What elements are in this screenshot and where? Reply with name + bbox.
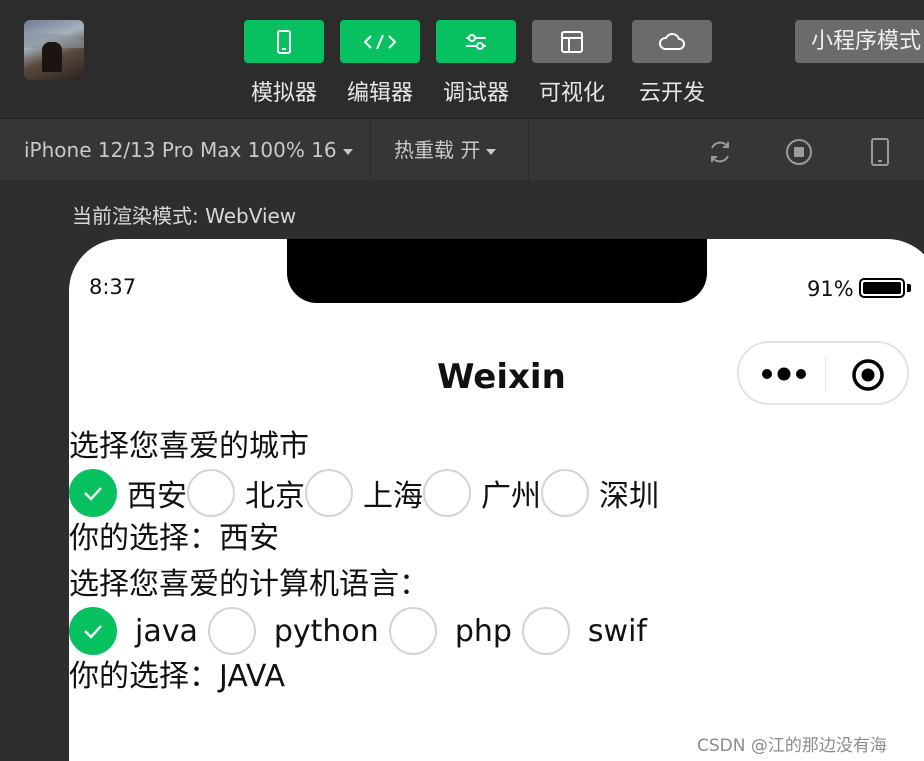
radio-unchecked-icon[interactable] xyxy=(305,469,353,517)
top-toolbar: 模拟器 编辑器 调试器 可视化 云开发 小程序模式 xyxy=(0,0,924,118)
tool-editor[interactable]: 编辑器 xyxy=(340,20,420,107)
simulator-label: 模拟器 xyxy=(250,81,317,106)
radio-unchecked-icon[interactable] xyxy=(423,469,471,517)
mode-select-button[interactable]: 小程序模式 xyxy=(795,20,924,63)
phone-icon xyxy=(871,138,889,166)
user-avatar[interactable] xyxy=(24,20,84,80)
radio-unchecked-icon[interactable] xyxy=(521,607,570,655)
tool-debugger[interactable]: 调试器 xyxy=(436,20,516,107)
radio-label: swif xyxy=(587,613,647,649)
nav-title: Weixin xyxy=(437,357,566,397)
cloud-label: 云开发 xyxy=(638,81,705,106)
divider xyxy=(528,119,529,181)
stop-button[interactable] xyxy=(784,137,814,167)
radio-label: python xyxy=(273,613,379,649)
radio-unchecked-icon[interactable] xyxy=(187,469,235,517)
visualize-button[interactable] xyxy=(532,20,612,63)
render-mode-label: 当前渲染模式: WebView xyxy=(72,204,297,228)
radio-option[interactable]: 北京 xyxy=(187,469,305,517)
radio-label: java xyxy=(135,613,198,649)
phone-simulator: 8:37 91% Weixin 选择您喜爱的城市 西安 北京 上海 广州 深圳 你的选择… xyxy=(69,239,924,761)
chevron-down-icon xyxy=(342,148,353,155)
menu-capsule xyxy=(737,341,909,405)
rotate-icon xyxy=(711,141,729,163)
city-prompt: 选择您喜爱的城市 xyxy=(69,429,309,464)
city-result: 你的选择：西安 xyxy=(69,521,279,556)
radio-option[interactable]: 西安 xyxy=(69,469,187,517)
language-prompt: 选择您喜爱的计算机语言： xyxy=(69,567,429,602)
cloud-button[interactable] xyxy=(632,20,712,63)
visualize-label: 可视化 xyxy=(538,81,605,106)
city-radio-group: 西安 北京 上海 广州 深圳 xyxy=(69,469,924,517)
language-radio-group: java python php swif xyxy=(69,607,924,655)
layout-icon xyxy=(561,30,583,53)
divider xyxy=(370,119,371,181)
radio-label: 北京 xyxy=(245,479,305,514)
watermark: CSDN @江的那边没有海 xyxy=(697,736,887,756)
simulator-button[interactable] xyxy=(244,20,324,63)
preview-device-button[interactable] xyxy=(865,137,895,167)
battery-cap xyxy=(907,284,911,292)
hot-reload-label: 热重载 开 xyxy=(394,138,481,162)
stop-icon xyxy=(786,139,812,165)
radio-unchecked-icon[interactable] xyxy=(541,469,589,517)
more-icon[interactable] xyxy=(761,365,809,383)
avatar-figure xyxy=(42,42,62,72)
battery-icon xyxy=(859,278,905,298)
hot-reload-select[interactable]: 热重载 开 xyxy=(394,119,497,181)
debugger-button[interactable] xyxy=(436,20,516,63)
sliders-icon xyxy=(466,33,486,50)
battery-percent: 91% xyxy=(807,277,854,301)
status-time: 8:37 xyxy=(89,275,137,299)
editor-button[interactable] xyxy=(340,20,420,63)
radio-option[interactable]: 深圳 xyxy=(541,469,659,517)
editor-label: 编辑器 xyxy=(346,81,413,106)
language-result: 你的选择：JAVA xyxy=(69,659,286,694)
debugger-label: 调试器 xyxy=(442,81,509,106)
radio-option[interactable]: php xyxy=(388,607,522,655)
radio-label: 广州 xyxy=(481,479,541,514)
page-content: 选择您喜爱的城市 西安 北京 上海 广州 深圳 你的选择：西安 选择您喜爱的计算机语言：… xyxy=(69,424,924,700)
radio-checked-icon[interactable] xyxy=(69,469,117,517)
radio-option[interactable]: python xyxy=(207,607,389,655)
close-miniprogram-icon[interactable] xyxy=(851,358,885,392)
radio-unchecked-icon[interactable] xyxy=(388,607,437,655)
device-select-label: iPhone 12/13 Pro Max 100% 16 xyxy=(24,138,337,162)
radio-checked-icon[interactable] xyxy=(69,607,117,655)
radio-label: 西安 xyxy=(127,479,187,514)
phone-notch xyxy=(287,239,707,303)
radio-label: php xyxy=(454,613,512,649)
rotate-button[interactable] xyxy=(705,137,735,167)
tool-visualize[interactable]: 可视化 xyxy=(532,20,612,107)
device-bar: iPhone 12/13 Pro Max 100% 16 热重载 开 xyxy=(0,118,924,181)
radio-label: 深圳 xyxy=(599,479,659,514)
cloud-icon xyxy=(659,32,685,50)
device-select[interactable]: iPhone 12/13 Pro Max 100% 16 xyxy=(24,119,353,181)
radio-option[interactable]: swif xyxy=(521,607,657,655)
radio-label: 上海 xyxy=(363,479,423,514)
tool-simulator[interactable]: 模拟器 xyxy=(244,20,324,107)
radio-option[interactable]: 上海 xyxy=(305,469,423,517)
radio-unchecked-icon[interactable] xyxy=(207,607,256,655)
radio-option[interactable]: java xyxy=(69,607,208,655)
chevron-down-icon xyxy=(486,148,497,155)
tool-cloud[interactable]: 云开发 xyxy=(632,20,712,107)
capsule-divider xyxy=(825,357,826,391)
code-icon xyxy=(363,34,397,49)
phone-icon xyxy=(277,29,291,54)
radio-option[interactable]: 广州 xyxy=(423,469,541,517)
